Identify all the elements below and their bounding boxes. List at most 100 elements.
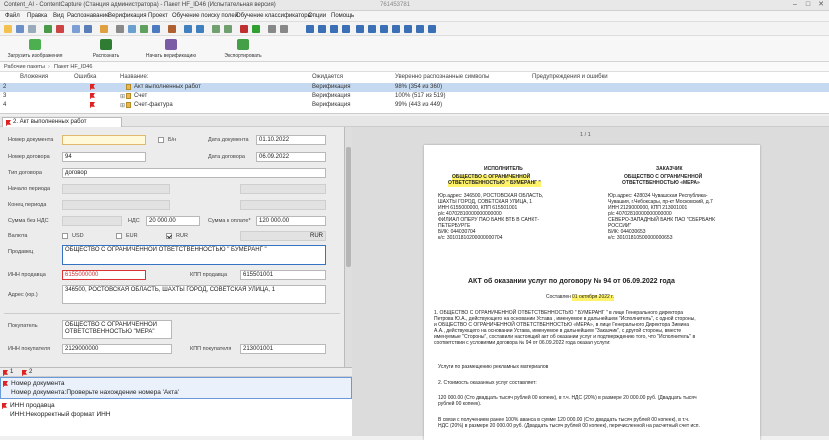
- close-icon[interactable]: ✕: [816, 1, 826, 9]
- bn-checkbox[interactable]: [158, 137, 164, 143]
- contract-number-field[interactable]: 94: [62, 152, 146, 162]
- menu-verification[interactable]: Верификация: [108, 13, 146, 19]
- usd-label: USD: [72, 233, 84, 239]
- print-icon[interactable]: [28, 25, 36, 33]
- check-icon[interactable]: [240, 25, 248, 33]
- col-error[interactable]: Ошибка: [74, 74, 96, 80]
- expand-icon[interactable]: ⊞: [120, 102, 125, 109]
- crop-icon[interactable]: [306, 25, 314, 33]
- col-warnings[interactable]: Предупреждения и ошибки: [532, 74, 608, 80]
- menu-field-training[interactable]: Обучение поиску полей: [172, 13, 238, 19]
- currency-code-field[interactable]: RUR: [240, 231, 326, 241]
- seller-kpp-field[interactable]: 615501001: [240, 270, 326, 280]
- document-icon: [126, 84, 131, 90]
- rotate-right-icon[interactable]: [224, 25, 232, 33]
- eur-checkbox[interactable]: [116, 233, 122, 239]
- recognize-button[interactable]: Распознать: [86, 38, 126, 60]
- menu-project[interactable]: Проект: [148, 13, 168, 19]
- period-end-field[interactable]: [62, 200, 170, 210]
- menu-recognition[interactable]: Распознавание: [67, 13, 110, 19]
- period-start-label: Начало периода: [8, 186, 51, 192]
- period-end-extra-field[interactable]: [240, 200, 326, 210]
- add-icon[interactable]: [44, 25, 52, 33]
- export-icon[interactable]: [100, 25, 108, 33]
- delete-icon[interactable]: [56, 25, 64, 33]
- select-area-icon[interactable]: [318, 25, 326, 33]
- table-row[interactable]: 3 ⊞ Счет Верификация 100% (517 из 519): [0, 92, 829, 101]
- seller-field[interactable]: ОБЩЕСТВО С ОГРАНИЧЕННОЙ ОТВЕТСТВЕННОСТЬЮ…: [62, 245, 326, 265]
- menu-view[interactable]: Вид: [53, 13, 64, 19]
- breadcrumb-batch[interactable]: Пакет HF_ID46: [54, 64, 92, 70]
- usd-checkbox[interactable]: [62, 233, 68, 239]
- contract-date-field[interactable]: 06.09.2022: [256, 152, 326, 162]
- col-name[interactable]: Название:: [120, 74, 148, 80]
- checkmark-region-icon[interactable]: [428, 25, 436, 33]
- picture-region-icon[interactable]: [416, 25, 424, 33]
- doc-date-field[interactable]: 01.10.2022: [256, 135, 326, 145]
- sum-total-field[interactable]: 120 000.00: [256, 216, 326, 226]
- buyer-inn-label: ИНН покупателя: [8, 346, 51, 352]
- form-scrollbar[interactable]: [345, 127, 352, 367]
- error-flag-icon: [3, 370, 8, 376]
- menu-options[interactable]: Опции: [308, 13, 326, 19]
- export-button[interactable]: Экспортировать: [218, 38, 268, 60]
- rectangle-icon[interactable]: [368, 25, 376, 33]
- load-images-button[interactable]: Загрузить изображения: [4, 38, 66, 60]
- grid-icon[interactable]: [128, 25, 136, 33]
- table-row[interactable]: 4 ⊞ Счет-фактура Верификация 99% (443 из…: [0, 101, 829, 110]
- copy-icon[interactable]: [84, 25, 92, 33]
- address-field[interactable]: 346500, РОСТОВСКАЯ ОБЛАСТЬ, ШАХТЫ ГОРОД,…: [62, 285, 326, 304]
- forward-icon[interactable]: [280, 25, 288, 33]
- buyer-kpp-field[interactable]: 213001001: [240, 344, 326, 354]
- scrollbar-thumb[interactable]: [346, 147, 351, 267]
- vat-field[interactable]: 20 000.00: [146, 216, 200, 226]
- doc-number-field[interactable]: [62, 135, 146, 145]
- layout-icon[interactable]: [168, 25, 176, 33]
- contract-type-field[interactable]: договор: [62, 168, 326, 178]
- col-attachments[interactable]: Вложения: [20, 74, 48, 80]
- seller-inn-field[interactable]: 6155000000: [62, 270, 146, 280]
- col-confidence[interactable]: Уверенно распознанные символы: [395, 74, 489, 80]
- back-icon[interactable]: [268, 25, 276, 33]
- window-caption: 761453781: [380, 2, 411, 8]
- period-start-extra-field[interactable]: [240, 184, 326, 194]
- maximize-icon[interactable]: □: [803, 1, 813, 9]
- barcode-icon[interactable]: [404, 25, 412, 33]
- message-item[interactable]: Номер документа Номер документа:Проверьт…: [0, 377, 352, 399]
- recognize-icon[interactable]: [140, 25, 148, 33]
- start-verification-button[interactable]: Начать верификацию: [140, 38, 202, 60]
- buyer-field[interactable]: ОБЩЕСТВО С ОГРАНИЧЕННОЙ ОТВЕТСТВЕННОСТЬЮ…: [62, 320, 172, 339]
- warnings-count[interactable]: 2: [29, 369, 32, 375]
- table-region-icon[interactable]: [392, 25, 400, 33]
- settings-icon[interactable]: [116, 25, 124, 33]
- col-expected[interactable]: Ожидается: [312, 74, 343, 80]
- table-row[interactable]: 2 Акт выполненных работ Верификация 98% …: [0, 83, 829, 92]
- act-title: АКТ об оказании услуг по договору № 94 о…: [468, 278, 675, 285]
- view-icon[interactable]: [152, 25, 160, 33]
- zoom-out-icon[interactable]: [196, 25, 204, 33]
- scan-icon[interactable]: [72, 25, 80, 33]
- expand-icon[interactable]: ⊞: [120, 93, 125, 100]
- breadcrumb-work-batches[interactable]: Рабочие пакеты: [4, 64, 45, 70]
- menu-classifier-training[interactable]: Обучение классификатора: [236, 13, 311, 19]
- buyer-inn-field[interactable]: 2129000000: [62, 344, 172, 354]
- rur-checkbox[interactable]: [166, 233, 172, 239]
- period-start-field[interactable]: [62, 184, 170, 194]
- save-icon[interactable]: [16, 25, 24, 33]
- zoom-in-icon[interactable]: [184, 25, 192, 33]
- resize-icon[interactable]: [330, 25, 338, 33]
- message-item[interactable]: ИНН продавца ИНН:Некорректный формат ИНН: [0, 400, 352, 422]
- move-icon[interactable]: [342, 25, 350, 33]
- errors-count[interactable]: 1: [10, 369, 13, 375]
- open-folder-icon[interactable]: [4, 25, 12, 33]
- pointer-icon[interactable]: [356, 25, 364, 33]
- sum-no-vat-field[interactable]: [62, 216, 122, 226]
- menu-help[interactable]: Помощь: [331, 13, 354, 19]
- accept-icon[interactable]: [252, 25, 260, 33]
- text-region-icon[interactable]: [380, 25, 388, 33]
- rotate-left-icon[interactable]: [212, 25, 220, 33]
- minimize-icon[interactable]: –: [790, 1, 800, 9]
- menu-edit[interactable]: Правка: [27, 13, 47, 19]
- tab-act[interactable]: 2. Акт выполненных работ: [2, 117, 122, 127]
- menu-file[interactable]: Файл: [5, 13, 20, 19]
